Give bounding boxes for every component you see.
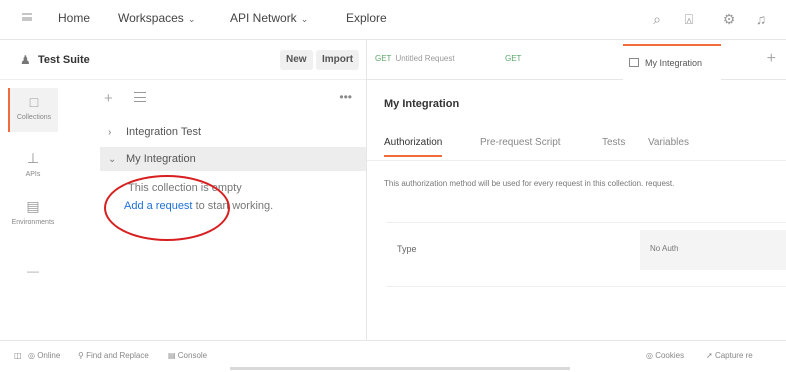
authorization-description: This authorization method will be used f…: [384, 179, 675, 188]
chevron-right-icon[interactable]: ›: [108, 121, 126, 145]
console-button[interactable]: ▤ Console: [168, 351, 207, 360]
nav-workspaces[interactable]: Workspaces ⌄: [118, 11, 195, 25]
workspace-header: ♟ Test Suite New Import: [0, 40, 366, 80]
tab-variables[interactable]: Variables: [648, 137, 689, 148]
online-label: Online: [37, 351, 61, 360]
rail-more-label: —: [27, 264, 39, 278]
top-nav: Home Workspaces ⌄ API Network ⌄ Explore ⌕ …: [0, 0, 786, 40]
chevron-down-icon: ⌄: [300, 14, 309, 24]
chevron-down-icon[interactable]: ⌄: [108, 148, 126, 172]
capture-label: Capture re: [714, 351, 753, 360]
tab-authorization[interactable]: Authorization: [384, 137, 443, 157]
rail-environments[interactable]: ▤ Environments: [8, 198, 58, 238]
add-collection-icon[interactable]: +: [104, 90, 113, 107]
annotation-circle: [104, 175, 230, 241]
cookies-label: Cookies: [655, 351, 685, 360]
import-button[interactable]: Import: [316, 50, 360, 70]
tab-pre-request-script[interactable]: Pre-request Script: [480, 137, 561, 148]
user-icon[interactable]: ⍓: [680, 10, 698, 28]
type-top-divider: [386, 222, 786, 223]
auth-type-select[interactable]: No Auth: [640, 230, 786, 270]
nav-api-network-label: API Network: [230, 11, 297, 25]
tab-untitled-request[interactable]: GET Untitled Request: [375, 54, 455, 63]
find-replace-label: Find and Replace: [86, 351, 149, 360]
sidebar-toggle-icon[interactable]: ◫: [14, 351, 22, 360]
panel-divider: [366, 40, 367, 340]
search-icon[interactable]: ⌕: [648, 10, 666, 28]
rail-more[interactable]: —: [8, 264, 58, 280]
tab-get-small[interactable]: GET: [505, 54, 521, 63]
settings-icon[interactable]: ⚙: [720, 10, 738, 28]
type-label: Type: [397, 244, 417, 254]
rail-apis[interactable]: ⊥ APIs: [8, 150, 58, 190]
online-status[interactable]: ◎ Online: [28, 351, 60, 360]
new-tab-icon[interactable]: +: [767, 50, 776, 68]
find-replace-button[interactable]: ⚲ Find and Replace: [78, 351, 149, 360]
rail-collections[interactable]: □ Collections: [8, 88, 58, 132]
tree-item-label: My Integration: [126, 153, 196, 165]
nav-home-label: Home: [58, 11, 91, 25]
cookies-button[interactable]: ◎ Cookies: [646, 351, 684, 360]
more-options-icon[interactable]: •••: [339, 90, 352, 104]
workspace-title: Test Suite: [38, 54, 90, 66]
tree-toolbar: + •••: [96, 90, 366, 110]
rail-apis-label: APIs: [25, 171, 41, 178]
request-tabs: GET Untitled Request GET My Integration +: [367, 40, 786, 80]
tree-item-integration-test[interactable]: › Integration Test: [100, 120, 366, 144]
filter-icon[interactable]: [134, 92, 146, 102]
menu-icon[interactable]: [22, 13, 32, 21]
nav-explore[interactable]: Explore: [346, 11, 387, 25]
collections-icon: □: [29, 94, 39, 110]
auth-type-value: No Auth: [650, 244, 679, 253]
console-label: Console: [177, 351, 208, 360]
nav-home[interactable]: Home: [58, 11, 90, 25]
nav-workspaces-label: Workspaces: [118, 11, 184, 25]
workspace-user-icon: ♟: [20, 53, 31, 67]
bell-icon[interactable]: ♫: [752, 10, 770, 28]
capture-button[interactable]: ➚ Capture re: [706, 351, 753, 360]
chevron-down-icon: ⌄: [187, 14, 196, 24]
rail-environments-label: Environments: [11, 219, 55, 226]
nav-api-network[interactable]: API Network ⌄: [230, 11, 308, 25]
nav-explore-label: Explore: [346, 11, 387, 25]
tree-item-label: Integration Test: [126, 126, 202, 138]
environments-icon: ▤: [26, 198, 40, 214]
tab-label: Untitled Request: [395, 54, 455, 63]
rail-collections-label: Collections: [16, 114, 52, 121]
tab-tests[interactable]: Tests: [602, 137, 625, 148]
tab-method: GET: [375, 54, 392, 63]
collection-title: My Integration: [384, 98, 460, 110]
tab-my-integration[interactable]: My Integration: [623, 44, 721, 80]
apis-icon: ⊥: [26, 150, 40, 166]
type-bottom-divider: [386, 286, 786, 287]
horizontal-scrollbar[interactable]: [230, 367, 570, 370]
tree-item-my-integration[interactable]: ⌄ My Integration: [100, 147, 366, 171]
collection-doc-icon: [629, 58, 639, 67]
subtabs-divider: [367, 160, 786, 161]
tab-active-label: My Integration: [645, 58, 703, 68]
new-button[interactable]: New: [280, 50, 313, 70]
